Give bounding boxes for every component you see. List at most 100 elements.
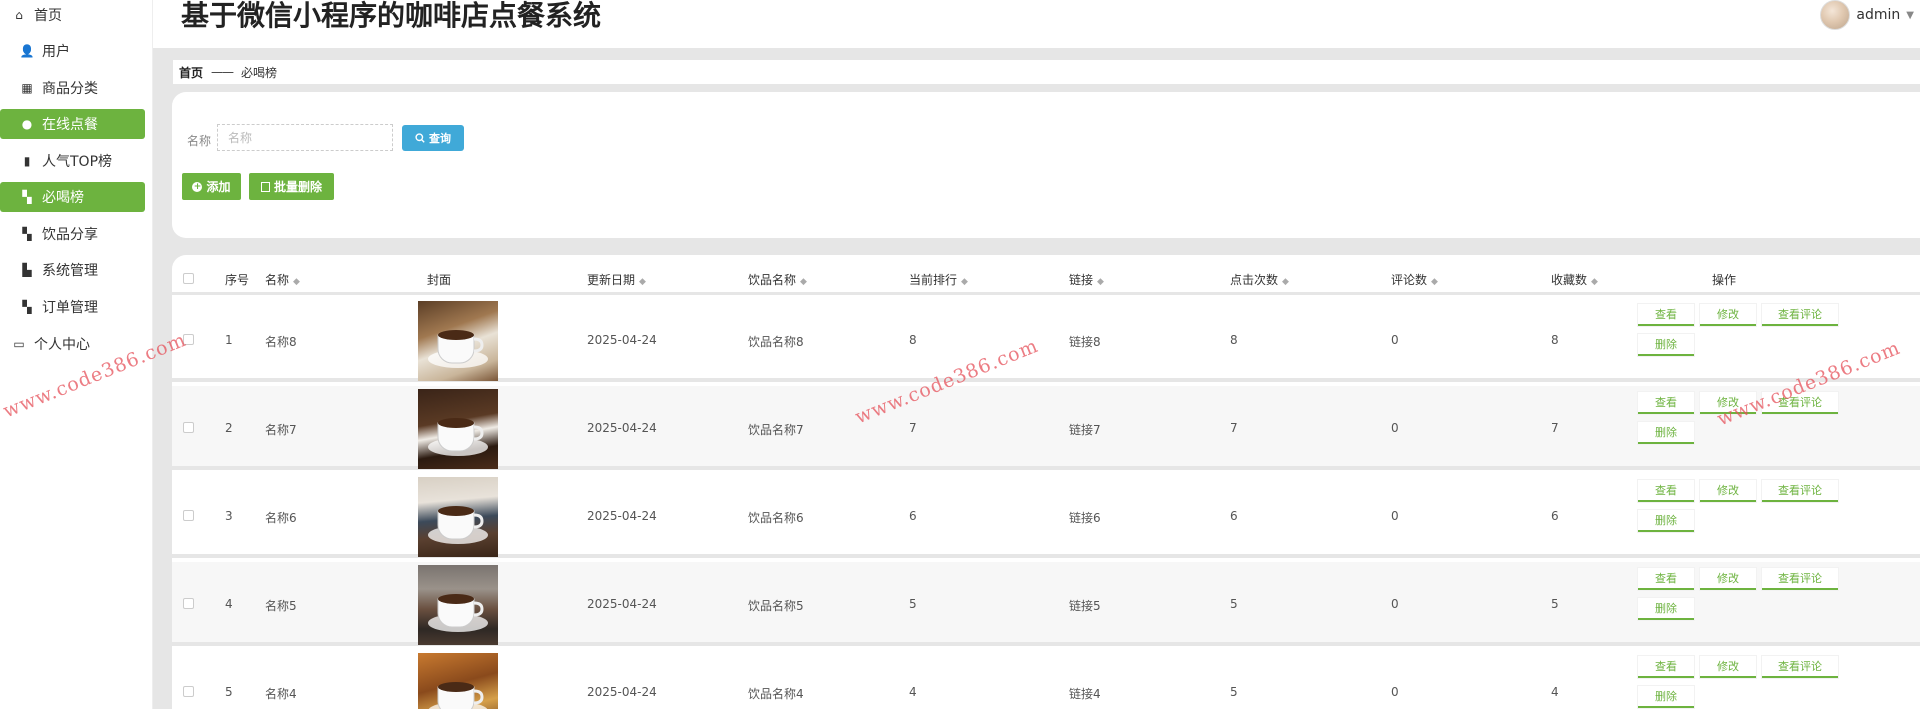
view-button[interactable]: 查看 [1638,656,1694,678]
sort-icon[interactable]: ◆ [639,277,646,287]
search-button[interactable]: 查询 [402,125,464,151]
sidebar-item[interactable]: ▮ 人气TOP榜 [0,146,145,176]
cover-image[interactable] [418,301,498,381]
pin-icon: ● [21,117,33,131]
sidebar-item[interactable]: ▚ 饮品分享 [0,219,145,249]
cell-drink: 饮品名称8 [748,335,804,349]
edit-button[interactable]: 修改 [1700,480,1756,502]
header-cover: 封面 [427,273,452,287]
cell-name: 名称7 [265,423,297,437]
edit-button[interactable]: 修改 [1700,568,1756,590]
edit-button[interactable]: 修改 [1700,304,1756,326]
cover-image[interactable] [418,653,498,709]
cell-clicks: 5 [1230,597,1238,611]
table-row[interactable]: 1 名称8 2025-04-24 饮品名称8 8 链接8 8 0 8 查看 修改 查看评论 删除 [172,298,1920,382]
cell-drink: 饮品名称6 [748,511,804,525]
sort-icon[interactable]: ◆ [1591,277,1598,287]
view-button[interactable]: 查看 [1638,392,1694,414]
delete-button[interactable]: 删除 [1638,510,1694,532]
add-button[interactable]: + 添加 [182,173,241,200]
chevron-down-icon: ▼ [1906,9,1914,21]
avatar[interactable] [1820,0,1851,30]
header-clicks[interactable]: 点击次数 ◆ [1230,271,1289,288]
header-rank-label: 当前排行 [909,273,958,287]
breadcrumb-separator: —— [211,65,234,79]
delete-button[interactable]: 删除 [1638,686,1694,708]
cover-image[interactable] [418,477,498,557]
header-drink-label: 饮品名称 [748,273,797,287]
header-date[interactable]: 更新日期 ◆ [587,271,646,288]
sidebar-item[interactable]: ▦ 商品分类 [0,73,145,103]
search-input[interactable] [217,124,393,151]
sort-icon[interactable]: ◆ [800,277,807,287]
cell-name: 名称8 [265,335,297,349]
view-comments-button[interactable]: 查看评论 [1762,304,1838,326]
sidebar-item[interactable]: 👤 用户 [0,36,145,66]
sort-icon[interactable]: ◆ [293,277,300,287]
table-header: 序号 名称 ◆ 封面 更新日期 ◆ 饮品名称 ◆ 当前排行 ◆ 链接 ◆ 点击次数 ◆ 评论… [172,255,1920,295]
sort-icon[interactable]: ◆ [1097,277,1104,287]
table-row[interactable]: 2 名称7 2025-04-24 饮品名称7 7 链接7 7 0 7 查看 修改 查看评论 删除 [172,386,1920,470]
cell-link: 链接4 [1069,687,1101,701]
sidebar-item-label: 饮品分享 [42,227,98,243]
row-checkbox[interactable] [183,334,194,345]
table-row[interactable]: 5 名称4 2025-04-24 饮品名称4 4 链接4 5 0 4 查看 修改 查看评论 删除 [172,650,1920,709]
row-checkbox[interactable] [183,598,194,609]
sidebar-item-label: 首页 [34,8,62,24]
header-name[interactable]: 名称 ◆ [265,271,300,288]
delete-button[interactable]: 删除 [1638,334,1694,356]
cell-name: 名称4 [265,687,297,701]
view-button[interactable]: 查看 [1638,568,1694,590]
sidebar-item[interactable]: ● 在线点餐 [0,109,145,139]
header-link[interactable]: 链接 ◆ [1069,271,1104,288]
header-ops: 操作 [1712,273,1737,287]
tiles-icon: ▚ [22,227,32,241]
header-name-label: 名称 [265,273,290,287]
edit-button[interactable]: 修改 [1700,656,1756,678]
cover-image[interactable] [418,389,498,469]
bulk-delete-button[interactable]: 批量删除 [249,173,334,200]
header-favorites[interactable]: 收藏数 ◆ [1551,271,1598,288]
card-icon: ▭ [13,337,25,351]
sort-icon[interactable]: ◆ [1431,277,1438,287]
header-drink[interactable]: 饮品名称 ◆ [748,271,807,288]
row-checkbox[interactable] [183,510,194,521]
view-comments-button[interactable]: 查看评论 [1762,656,1838,678]
cell-index: 4 [225,597,233,611]
sort-icon[interactable]: ◆ [1282,277,1289,287]
breadcrumb-home[interactable]: 首页 [179,64,203,81]
sidebar-item[interactable]: ▙ 系统管理 [0,255,145,285]
user-menu[interactable]: admin ▼ [1820,0,1920,30]
row-checkbox[interactable] [183,422,194,433]
cell-index: 3 [225,509,233,523]
delete-button[interactable]: 删除 [1638,598,1694,620]
search-label: 名称 [187,134,212,148]
select-all-checkbox[interactable] [183,273,194,284]
delete-button[interactable]: 删除 [1638,422,1694,444]
sidebar-item-label: 用户 [42,44,70,60]
table-row[interactable]: 3 名称6 2025-04-24 饮品名称6 6 链接6 6 0 6 查看 修改 查看评论 删除 [172,474,1920,558]
user-name: admin [1856,7,1901,23]
view-comments-button[interactable]: 查看评论 [1762,392,1838,414]
cover-image[interactable] [418,565,498,645]
sidebar-item[interactable]: ▚ 必喝榜 [0,182,145,212]
sidebar-item-label: 商品分类 [42,81,98,97]
header-rank[interactable]: 当前排行 ◆ [909,271,968,288]
view-comments-button[interactable]: 查看评论 [1762,568,1838,590]
view-button[interactable]: 查看 [1638,480,1694,502]
sidebar-item[interactable]: ⌂ 首页 [0,0,145,30]
sidebar-item[interactable]: ▚ 订单管理 [0,292,145,322]
edit-button[interactable]: 修改 [1700,392,1756,414]
app-title: 基于微信小程序的咖啡店点餐系统 [181,0,602,32]
sidebar-item[interactable]: ▭ 个人中心 [0,329,145,359]
sort-icon[interactable]: ◆ [961,277,968,287]
view-button[interactable]: 查看 [1638,304,1694,326]
sidebar-item-label: 必喝榜 [42,190,84,206]
row-checkbox[interactable] [183,686,194,697]
header-comments-label: 评论数 [1391,273,1428,287]
view-comments-button[interactable]: 查看评论 [1762,480,1838,502]
header-comments[interactable]: 评论数 ◆ [1391,271,1438,288]
table-row[interactable]: 4 名称5 2025-04-24 饮品名称5 5 链接5 5 0 5 查看 修改 查看评论 删除 [172,562,1920,646]
search-button-label: 查询 [429,133,451,145]
search-panel: 名称 查询 + 添加 批量删除 [172,92,1920,238]
